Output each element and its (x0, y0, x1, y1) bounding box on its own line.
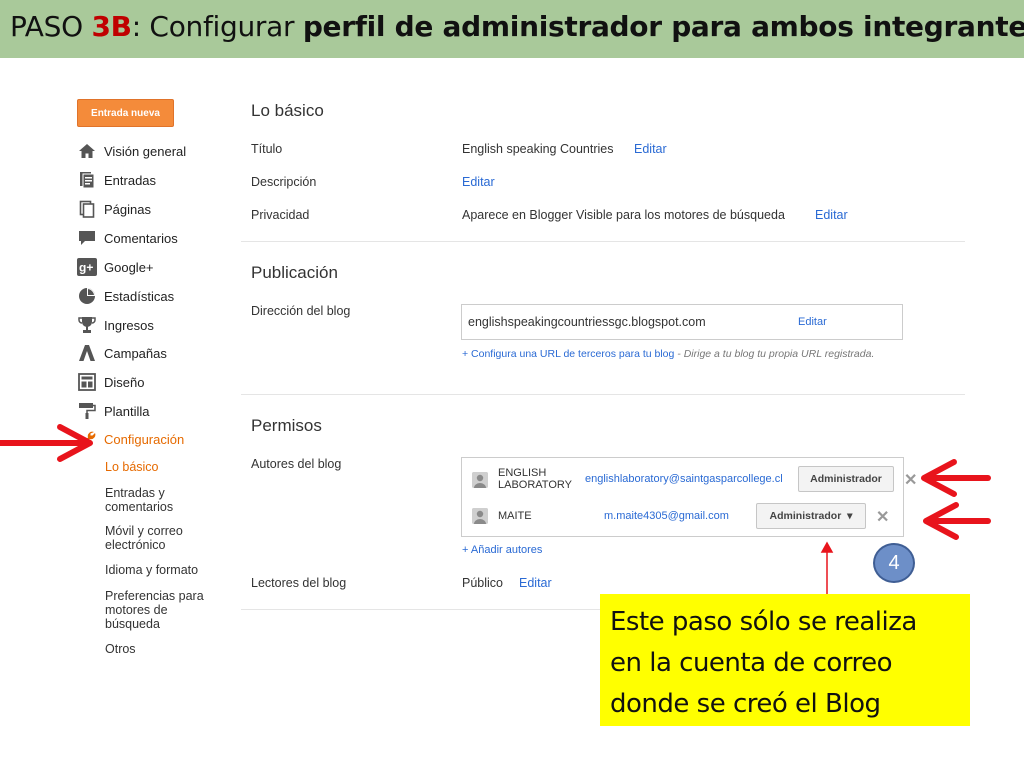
step-number-badge: 4 (873, 543, 915, 583)
note-line: en la cuenta de correo (610, 648, 893, 678)
arrow-icon (921, 459, 991, 497)
instruction-note: Este paso sólo se realiza en la cuenta d… (600, 594, 970, 726)
arrow-icon (0, 424, 93, 462)
note-line: Este paso sólo se realiza (610, 607, 917, 637)
note-line: donde se creó el Blog (610, 689, 881, 719)
arrow-icon (820, 541, 834, 595)
arrow-icon (923, 502, 991, 540)
